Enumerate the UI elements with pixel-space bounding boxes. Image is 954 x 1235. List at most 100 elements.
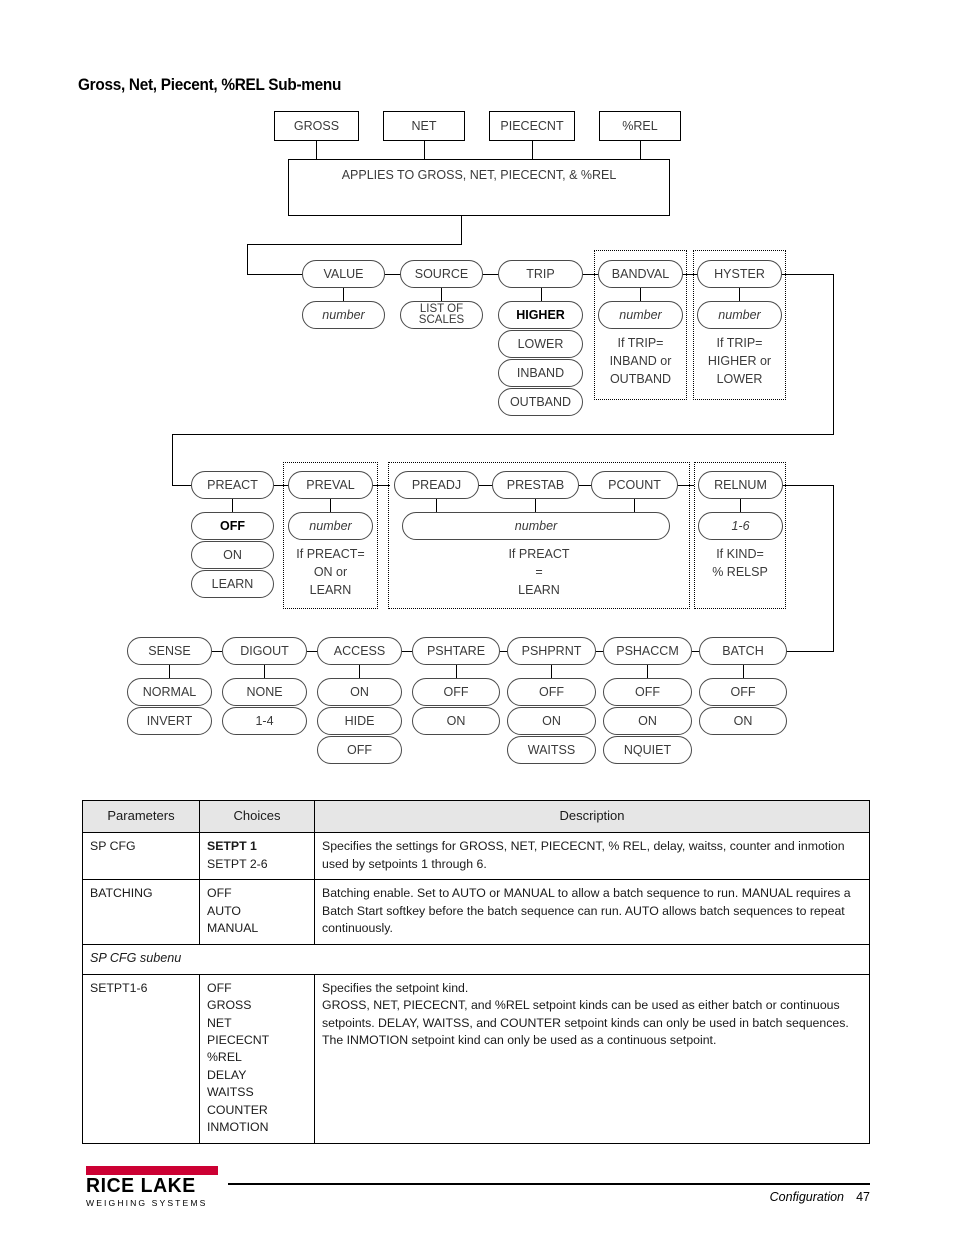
flow-option-pshtare-off: OFF (412, 678, 500, 706)
node-label: PREADJ (411, 477, 462, 492)
choice-item: WAITSS (207, 1085, 254, 1100)
connector (456, 665, 457, 678)
flow-node-value: VALUE (302, 260, 385, 288)
choice-item: SETPT 1 (207, 839, 257, 854)
node-label: OUTBAND (509, 394, 572, 409)
flow-option-pshtare-on: ON (412, 707, 500, 735)
node-label: ON (638, 713, 657, 728)
flow-option-preact-off: OFF (191, 512, 274, 540)
node-label: number (514, 518, 558, 533)
flow-option-pshprnt-waitss: WAITSS (507, 736, 596, 764)
connector (640, 141, 641, 159)
connector (330, 499, 331, 512)
node-label: LIST OF SCALES (418, 302, 465, 326)
node-label: OFF (443, 684, 469, 699)
choice-item: %REL (207, 1050, 242, 1065)
flow-node-trip: TRIP (498, 260, 583, 288)
flow-option-batch-off: OFF (699, 678, 787, 706)
node-label: DIGOUT (240, 643, 289, 658)
connector (640, 288, 641, 301)
connector (385, 274, 401, 275)
cell-parameter: BATCHING (82, 879, 200, 945)
node-label: OFF (347, 742, 372, 757)
node-label: OFF (539, 684, 564, 699)
flow-node-source: SOURCE (400, 260, 483, 288)
flow-node-access: ACCESS (317, 637, 402, 665)
flow-option-preact-learn: LEARN (191, 570, 274, 598)
flow-caption-preadj: If PREACT = LEARN (508, 547, 570, 597)
flow-node-pshprnt: PSHPRNT (507, 637, 596, 665)
connector (551, 665, 552, 678)
connector (740, 499, 741, 512)
flow-option-pshaccm-nquiet: NQUIET (603, 736, 692, 764)
node-label: INBAND (516, 365, 565, 380)
connector (212, 651, 222, 652)
node-label: OFF (730, 684, 756, 699)
flow-option-access-off: OFF (317, 736, 402, 764)
choice-item: PIECECNT (207, 1032, 270, 1047)
choice-item: COUNTER (207, 1102, 268, 1117)
flow-node-hyster-number: number (697, 301, 782, 329)
flow-option-pshprnt-off: OFF (507, 678, 596, 706)
flow-option-pshaccm-on: ON (603, 707, 692, 735)
node-label: PREACT (207, 477, 258, 492)
flow-node-batch: BATCH (699, 637, 787, 665)
cell-parameter: SETPT1-6 (82, 973, 200, 1144)
node-label: number (309, 518, 352, 533)
description-line: The INMOTION setpoint kind can only be u… (322, 1032, 717, 1047)
column-header-choices: Choices (199, 799, 315, 834)
node-label: ON (223, 547, 242, 562)
connector (683, 274, 698, 275)
connector (634, 499, 635, 512)
logo-subtitle: WEIGHING SYSTEMS (86, 1198, 208, 1208)
choice-item: NET (207, 1015, 232, 1030)
node-label: PCOUNT (608, 477, 661, 492)
flow-node-bandval-number: number (598, 301, 683, 329)
flow-node-list-of-scales: LIST OF SCALES (400, 301, 483, 329)
connector (833, 274, 834, 434)
connector (343, 288, 344, 301)
connector (532, 141, 533, 159)
parameters-table: Parameters Choices Description SP CFG SE… (82, 799, 870, 1144)
flow-node-value-number: number (302, 301, 385, 329)
flow-node-preval-number: number (288, 512, 373, 540)
connector (274, 485, 289, 486)
cell-description: Batching enable. Set to AUTO or MANUAL t… (314, 879, 870, 945)
node-label: RELNUM (714, 477, 767, 492)
description-line: GROSS, NET, PIECECNT, and %REL setpoint … (322, 998, 849, 1030)
node-label: ON (733, 713, 753, 728)
table-row: BATCHING OFF AUTO MANUAL Batching enable… (82, 879, 870, 945)
flow-node-preadj-number: number (402, 512, 670, 540)
logo-name: RICE LAKE (86, 1175, 196, 1197)
table-subheader-row: SP CFG subenu (82, 943, 870, 975)
node-label: TRIP (526, 266, 555, 281)
node-label: NQUIET (623, 742, 672, 757)
connector (359, 665, 360, 678)
flow-option-digout-none: NONE (222, 678, 307, 706)
node-label: WAITSS (527, 742, 576, 757)
node-label: GROSS (293, 119, 340, 133)
flow-node-gross: GROSS (274, 111, 359, 141)
connector (833, 485, 834, 651)
flow-option-higher: HIGHER (498, 301, 583, 329)
flow-node-pshtare: PSHTARE (412, 637, 500, 665)
node-label: BATCH (722, 643, 764, 658)
node-label: ON (542, 713, 561, 728)
node-label: SENSE (148, 643, 191, 658)
logo-bar (86, 1166, 218, 1175)
node-label: VALUE (323, 266, 364, 281)
flow-node-relnum-range: 1-6 (698, 512, 783, 540)
node-label: INVERT (146, 713, 193, 728)
connector (247, 244, 248, 274)
column-header-parameters: Parameters (82, 799, 200, 834)
node-label: 1-4 (255, 713, 274, 728)
flow-option-sense-invert: INVERT (127, 707, 212, 735)
node-label: ON (350, 684, 369, 699)
choice-item: OFF (207, 980, 232, 995)
flowchart: GROSS NET PIECECNT %REL APPLIES TO GROSS… (0, 0, 954, 790)
connector (172, 434, 173, 485)
connector (739, 288, 740, 301)
flow-option-digout-1-4: 1-4 (222, 707, 307, 735)
footer-section-label: Configuration (769, 1190, 844, 1204)
node-label: OFF (635, 684, 660, 699)
